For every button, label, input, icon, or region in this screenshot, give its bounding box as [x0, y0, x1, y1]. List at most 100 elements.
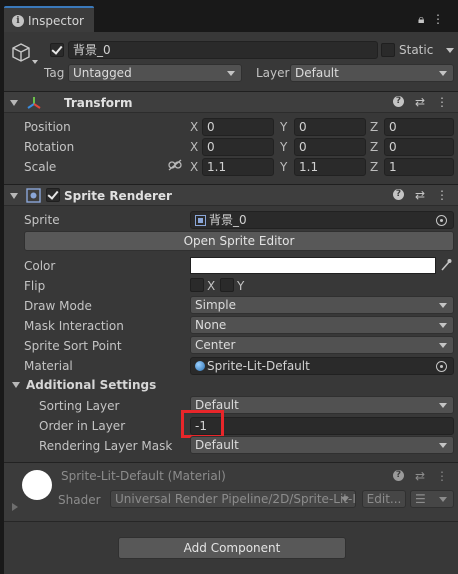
context-menu-icon[interactable]: ⋮	[436, 189, 448, 201]
scale-label: Scale	[24, 160, 57, 174]
color-label: Color	[24, 259, 56, 273]
sprite-object-field[interactable]: 背景_0	[190, 211, 454, 229]
scale-x-field[interactable]: 1.1	[202, 158, 274, 176]
axis-x-label[interactable]: X	[190, 121, 198, 133]
mask-interaction-dropdown[interactable]: None	[190, 316, 454, 334]
sprite-renderer-header-icons: ? ⇄ ⋮	[392, 189, 448, 201]
icon-dropdown-caret[interactable]	[32, 60, 38, 64]
sorting-layer-label: Sorting Layer	[39, 399, 120, 413]
rotation-label: Rotation	[24, 140, 75, 154]
draw-mode-label: Draw Mode	[24, 299, 92, 313]
flip-x-checkbox[interactable]	[190, 278, 204, 292]
rotation-x-field[interactable]: 0	[202, 138, 274, 156]
material-object-field[interactable]: Sprite-Lit-Default	[190, 357, 454, 375]
context-menu-icon[interactable]: ⋮	[436, 96, 448, 108]
name-field[interactable]: 背景_0	[68, 41, 378, 59]
foldout-arrow-icon[interactable]	[10, 193, 18, 199]
sprite-asset-icon	[195, 215, 206, 226]
material-foldout-icon[interactable]	[12, 503, 18, 511]
tag-label: Tag	[44, 66, 65, 80]
flip-y-checkbox[interactable]	[220, 278, 234, 292]
static-label: Static	[399, 43, 434, 57]
material-label: Material	[24, 359, 73, 373]
tab-title: Inspector	[28, 14, 84, 28]
shader-label: Shader	[58, 493, 101, 507]
transform-header[interactable]: Transform ? ⇄ ⋮	[4, 91, 458, 113]
more-options-icon[interactable]: ⋮	[432, 12, 444, 26]
scale-z-field[interactable]: 1	[384, 158, 454, 176]
highlight-box	[181, 410, 224, 438]
static-dropdown-caret[interactable]	[446, 48, 454, 53]
sprite-renderer-enabled-checkbox[interactable]	[46, 188, 60, 202]
material-header-icons: ? ⇄ ⋮	[392, 470, 448, 482]
sprite-label: Sprite	[24, 213, 60, 227]
static-checkbox[interactable]	[381, 43, 395, 57]
color-swatch[interactable]	[190, 257, 436, 274]
foldout-arrow-icon[interactable]	[10, 100, 18, 106]
axis-y-label[interactable]: Y	[280, 161, 287, 173]
lock-icon[interactable]: 🔒︎	[418, 12, 424, 26]
shader-edit-button[interactable]: Edit...	[362, 490, 406, 508]
material-asset-icon	[195, 361, 205, 371]
axis-z-label[interactable]: Z	[370, 141, 378, 153]
gameobject-cube-icon[interactable]	[10, 42, 32, 64]
draw-mode-dropdown[interactable]: Simple	[190, 296, 454, 314]
tab-inspector[interactable]: i Inspector	[4, 6, 94, 32]
object-picker-icon[interactable]	[436, 361, 447, 372]
axis-y-label[interactable]: Y	[280, 121, 287, 133]
flip-x-label: X	[207, 279, 216, 293]
constrain-proportions-link-icon[interactable]	[168, 159, 182, 171]
shader-value: Universal Render Pipeline/2D/Sprite-Lit-…	[115, 492, 356, 506]
tag-dropdown[interactable]: Untagged	[68, 64, 242, 82]
tab-actions: 🔒︎ ⋮	[418, 12, 444, 27]
position-label: Position	[24, 120, 71, 134]
position-x-field[interactable]: 0	[202, 118, 274, 136]
flip-y-label: Y	[237, 279, 245, 293]
additional-settings-label[interactable]: Additional Settings	[26, 379, 156, 391]
add-component-button[interactable]: Add Component	[118, 537, 346, 559]
draw-mode-value: Simple	[195, 298, 236, 312]
order-in-layer-label: Order in Layer	[39, 419, 126, 433]
rendering-layer-mask-value: Default	[195, 438, 239, 452]
sort-point-dropdown[interactable]: Center	[190, 336, 454, 354]
object-picker-icon[interactable]	[436, 215, 447, 226]
help-icon[interactable]: ?	[392, 189, 404, 200]
axis-y-label[interactable]: Y	[280, 141, 287, 153]
position-y-field[interactable]: 0	[294, 118, 366, 136]
material-title: Sprite-Lit-Default (Material)	[61, 469, 226, 483]
shader-options-dropdown[interactable]: ☰	[410, 490, 454, 508]
sprite-renderer-header[interactable]: Sprite Renderer ? ⇄ ⋮	[4, 184, 458, 206]
shader-dropdown[interactable]: Universal Render Pipeline/2D/Sprite-Lit-…	[110, 490, 356, 508]
list-icon: ☰	[415, 492, 426, 506]
layer-dropdown[interactable]: Default	[290, 64, 454, 82]
tab-bar: i Inspector 🔒︎ ⋮	[0, 0, 458, 32]
sprite-value: 背景_0	[209, 213, 247, 227]
rendering-layer-mask-dropdown[interactable]: Default	[190, 436, 454, 454]
active-checkbox[interactable]	[50, 43, 64, 57]
rotation-z-field[interactable]: 0	[384, 138, 454, 156]
position-z-field[interactable]: 0	[384, 118, 454, 136]
context-menu-icon[interactable]: ⋮	[436, 470, 448, 482]
rotation-y-field[interactable]: 0	[294, 138, 366, 156]
order-in-layer-field[interactable]: -1	[190, 417, 454, 435]
presets-icon[interactable]: ⇄	[415, 189, 425, 201]
axis-x-label[interactable]: X	[190, 161, 198, 173]
scale-y-field[interactable]: 1.1	[294, 158, 366, 176]
additional-settings-foldout-icon[interactable]	[12, 382, 20, 388]
help-icon[interactable]: ?	[392, 96, 404, 107]
presets-icon[interactable]: ⇄	[415, 470, 425, 482]
sorting-layer-dropdown[interactable]: Default	[190, 396, 454, 414]
transform-icon	[27, 97, 41, 109]
flip-label: Flip	[24, 279, 46, 293]
axis-x-label[interactable]: X	[190, 141, 198, 153]
open-sprite-editor-button[interactable]: Open Sprite Editor	[24, 231, 454, 251]
layer-value: Default	[295, 66, 339, 80]
eyedropper-icon[interactable]	[440, 258, 452, 272]
help-icon[interactable]: ?	[392, 470, 404, 481]
material-value: Sprite-Lit-Default	[207, 359, 310, 373]
axis-z-label[interactable]: Z	[370, 161, 378, 173]
transform-header-icons: ? ⇄ ⋮	[392, 96, 448, 108]
presets-icon[interactable]: ⇄	[415, 96, 425, 108]
sort-point-label: Sprite Sort Point	[24, 339, 122, 353]
axis-z-label[interactable]: Z	[370, 121, 378, 133]
